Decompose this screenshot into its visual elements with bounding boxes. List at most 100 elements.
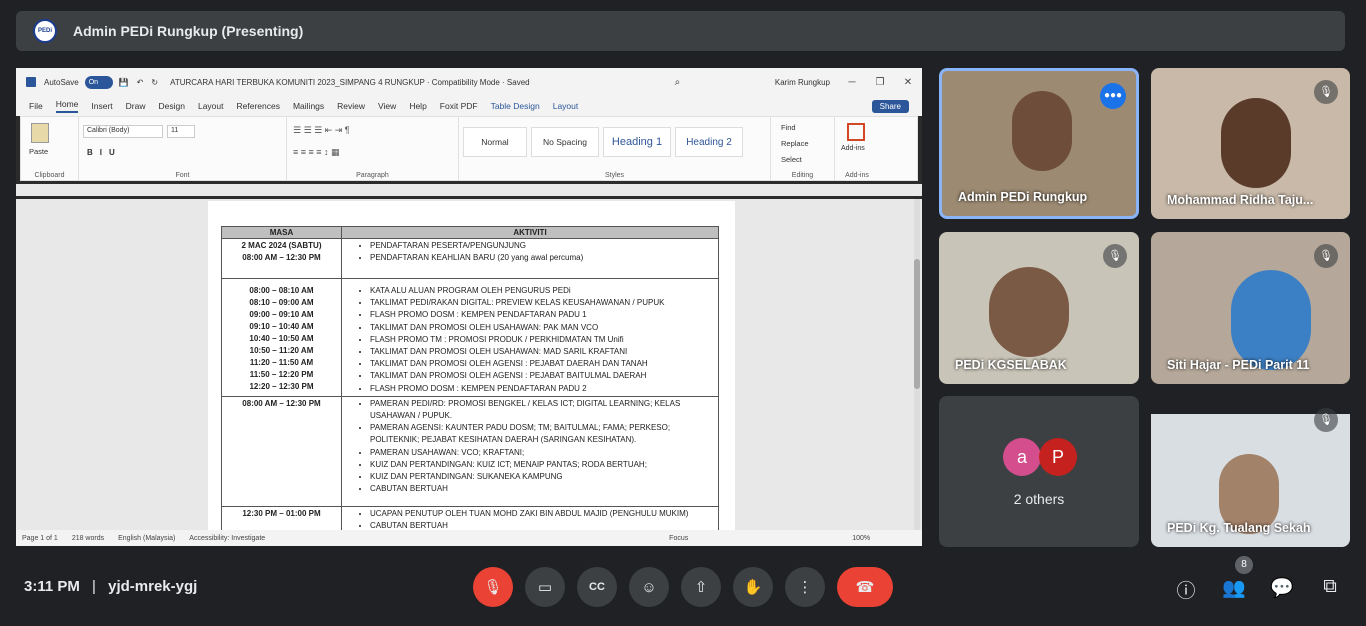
captions-button[interactable]: CC: [577, 567, 617, 607]
mic-off-icon: 🎙: [1314, 80, 1338, 104]
people-icon[interactable]: 👥: [1221, 576, 1247, 600]
others-tile[interactable]: a P 2 others: [939, 396, 1139, 547]
close-icon[interactable]: ✕: [894, 77, 922, 88]
participant-name: Admin PEDi Rungkup: [958, 190, 1088, 204]
menu-layout[interactable]: Layout: [198, 101, 224, 111]
activities-icon[interactable]: ⧉: [1317, 576, 1343, 598]
undo-icon[interactable]: ↶: [137, 78, 144, 87]
menu-foxit[interactable]: Foxit PDF: [440, 101, 478, 111]
clock-time: 3:11 PM: [24, 578, 80, 595]
participant-tile[interactable]: 🎙 Mohammad Ridha Taju...: [1151, 68, 1350, 219]
style-no-spacing[interactable]: No Spacing: [531, 127, 599, 157]
word-count[interactable]: 218 words: [72, 535, 104, 542]
raise-hand-button[interactable]: ✋: [733, 567, 773, 607]
masa-cell: 08:00 – 08:10 AM 08:10 – 09:00 AM 09:00 …: [221, 278, 342, 397]
emoji-button[interactable]: ☺: [629, 567, 669, 607]
menu-file[interactable]: File: [29, 101, 43, 111]
addins-button-label[interactable]: Add-ins: [841, 145, 865, 152]
addins-group: Add-ins Add-ins: [835, 117, 879, 180]
autosave-toggle[interactable]: On: [84, 75, 113, 89]
menu-review[interactable]: Review: [337, 101, 365, 111]
menu-help[interactable]: Help: [409, 101, 426, 111]
minimize-icon[interactable]: ─: [838, 77, 866, 88]
participant-name: PEDi Kg. Tualang Sekah: [1167, 521, 1311, 535]
menu-references[interactable]: References: [237, 101, 280, 111]
table-row: 2 MAC 2024 (SABTU) 08:00 AM – 12:30 PM P…: [221, 238, 719, 279]
end-call-button[interactable]: ☎: [837, 567, 893, 607]
styles-label: Styles: [604, 172, 625, 179]
menu-table-layout[interactable]: Layout: [553, 101, 579, 111]
participant-name: Siti Hajar - PEDi Parit 11: [1167, 358, 1310, 372]
participant-tile[interactable]: ●●● Admin PEDi Rungkup: [939, 68, 1139, 219]
list-icons[interactable]: ☰ ☰ ☰ ⇤ ⇥ ¶: [293, 125, 350, 136]
people-count-badge: 8: [1235, 556, 1253, 574]
bottom-control-bar: 3:11 PM | yjd-mrek-ygj 🎙 ▭ CC ☺ ⇧ ✋ ⋮ ☎ …: [0, 556, 1366, 626]
menu-table-design[interactable]: Table Design: [491, 101, 540, 111]
menu-home[interactable]: Home: [55, 99, 79, 113]
table-row: 08:00 AM – 12:30 PM PAMERAN PEDI/RD: PRO…: [221, 395, 719, 507]
avatar: a: [1003, 438, 1041, 476]
camera-button[interactable]: ▭: [525, 567, 565, 607]
word-title-bar: AutoSave On 💾 ↶ ↻ ATURCARA HARI TERBUKA …: [16, 68, 922, 96]
mic-off-icon: 🎙: [1103, 244, 1127, 268]
redo-icon[interactable]: ↻: [151, 78, 158, 87]
language[interactable]: English (Malaysia): [118, 535, 175, 542]
search-icon[interactable]: ⌕: [675, 77, 681, 88]
share-button[interactable]: Share: [871, 99, 909, 113]
paragraph-label: Paragraph: [356, 172, 389, 179]
replace-button[interactable]: Replace: [781, 139, 809, 148]
addins-icon[interactable]: [847, 123, 865, 141]
align-icons[interactable]: ≡ ≡ ≡ ≡ ↕ ▦: [293, 147, 340, 158]
page-count[interactable]: Page 1 of 1: [22, 535, 58, 542]
accessibility-status[interactable]: Accessibility: Investigate: [189, 535, 265, 542]
scroll-thumb[interactable]: [914, 259, 920, 389]
more-options-button[interactable]: ⋮: [785, 567, 825, 607]
restore-icon[interactable]: ❐: [866, 77, 894, 88]
table-row: 08:00 – 08:10 AM 08:10 – 09:00 AM 09:00 …: [221, 278, 719, 397]
masa-cell: 08:00 AM – 12:30 PM: [221, 395, 342, 507]
style-heading-1[interactable]: Heading 1: [603, 127, 671, 157]
menu-draw[interactable]: Draw: [126, 101, 146, 111]
user-name: Karim Rungkup: [774, 77, 830, 87]
font-format-buttons[interactable]: BIU: [87, 148, 122, 157]
schedule-table: MASA AKTIVITI 2 MAC 2024 (SABTU) 08:00 A…: [221, 226, 719, 530]
paste-icon[interactable]: [31, 123, 49, 143]
clipboard-group: Paste Clipboard: [21, 117, 79, 180]
avatar: P: [1039, 438, 1077, 476]
style-normal[interactable]: Normal: [463, 127, 527, 157]
paste-label[interactable]: Paste: [29, 147, 48, 156]
document-page[interactable]: MASA AKTIVITI 2 MAC 2024 (SABTU) 08:00 A…: [208, 201, 735, 530]
menu-mailings[interactable]: Mailings: [293, 101, 324, 111]
ribbon: Paste Clipboard Calibri (Body) 11 BIU Fo…: [20, 116, 918, 181]
info-icon[interactable]: ⓘ: [1173, 576, 1199, 603]
zoom-level[interactable]: 100%: [852, 535, 870, 542]
status-bar: Page 1 of 1 218 words English (Malaysia)…: [16, 530, 922, 546]
mic-off-button[interactable]: 🎙: [473, 567, 513, 607]
vertical-scrollbar[interactable]: [914, 199, 920, 530]
menu-insert[interactable]: Insert: [91, 101, 112, 111]
ruler[interactable]: [16, 184, 922, 196]
save-icon[interactable]: 💾: [119, 78, 129, 87]
participant-tile[interactable]: 🎙 PEDi KGSELABAK: [939, 232, 1139, 384]
find-button[interactable]: Find: [781, 123, 796, 132]
style-heading-2[interactable]: Heading 2: [675, 127, 743, 157]
meeting-code: yjd-mrek-ygj: [108, 578, 198, 595]
participant-tile[interactable]: 🎙 PEDi Kg. Tualang Sekah: [1151, 396, 1350, 547]
masa-cell: 2 MAC 2024 (SABTU) 08:00 AM – 12:30 PM: [221, 238, 342, 279]
font-size-select[interactable]: 11: [167, 125, 195, 138]
chat-icon[interactable]: 💬: [1269, 576, 1295, 600]
menu-design[interactable]: Design: [159, 101, 185, 111]
table-row: 12:30 PM – 01:00 PM UCAPAN PENUTUP OLEH …: [221, 505, 719, 530]
participant-tile[interactable]: 🎙 Siti Hajar - PEDi Parit 11: [1151, 232, 1350, 384]
font-name-select[interactable]: Calibri (Body): [83, 125, 163, 138]
header-aktiviti: AKTIVITI: [341, 226, 719, 239]
styles-group: Normal No Spacing Heading 1 Heading 2 St…: [459, 117, 771, 180]
participant-video: [989, 267, 1069, 357]
focus-button[interactable]: Focus: [669, 535, 688, 542]
meeting-info: 3:11 PM | yjd-mrek-ygj: [24, 578, 197, 595]
menu-view[interactable]: View: [378, 101, 396, 111]
addins-label: Add-ins: [845, 172, 869, 179]
present-button[interactable]: ⇧: [681, 567, 721, 607]
aktiviti-cell: PAMERAN PEDI/RD: PROMOSI BENGKEL / KELAS…: [341, 395, 719, 507]
select-button[interactable]: Select: [781, 155, 802, 164]
